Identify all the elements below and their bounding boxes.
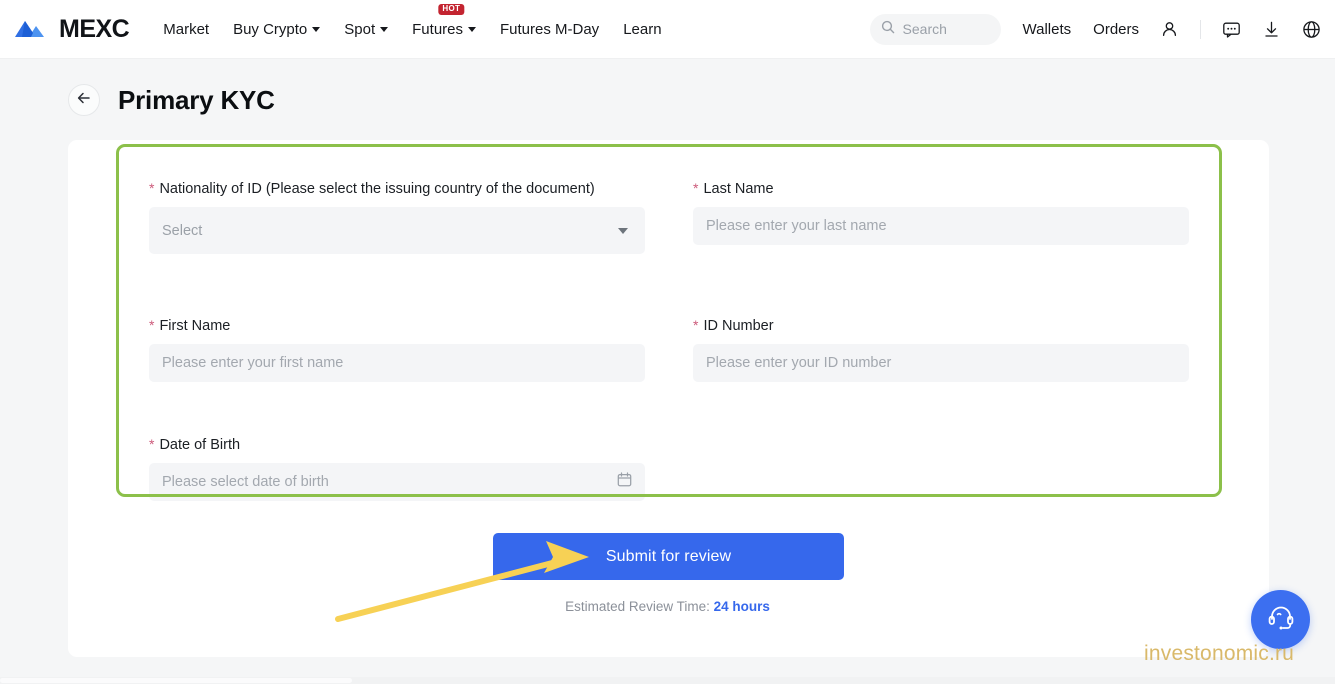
field-label-text: Date of Birth bbox=[159, 437, 241, 453]
form-row-1: * Nationality of ID (Please select the i… bbox=[149, 181, 1189, 254]
brand-name: MEXC bbox=[59, 14, 130, 43]
field-label: * Last Name bbox=[693, 181, 1189, 197]
field-label-text: First Name bbox=[159, 318, 231, 334]
search-input[interactable]: Search bbox=[869, 13, 1001, 45]
required-marker: * bbox=[693, 180, 699, 196]
field-first-name: * First Name Please enter your first nam… bbox=[149, 318, 645, 382]
search-placeholder: Search bbox=[902, 21, 947, 37]
page-header: Primary KYC bbox=[68, 84, 275, 116]
horizontal-scrollbar-thumb[interactable] bbox=[0, 678, 352, 683]
back-button[interactable] bbox=[68, 84, 100, 116]
field-label-text: Last Name bbox=[703, 181, 774, 197]
header-right-actions: Search Wallets Orders bbox=[869, 0, 1321, 59]
nav-item-spot[interactable]: Spot bbox=[332, 0, 400, 59]
field-last-name: * Last Name Please enter your last name bbox=[693, 181, 1189, 254]
search-icon bbox=[881, 20, 895, 39]
globe-icon[interactable] bbox=[1302, 20, 1321, 39]
header-divider bbox=[1200, 19, 1201, 39]
nav-item-buy-crypto[interactable]: Buy Crypto bbox=[221, 0, 332, 59]
required-marker: * bbox=[149, 317, 155, 333]
nav-item-label: Futures bbox=[412, 20, 463, 38]
date-of-birth-placeholder: Please select date of birth bbox=[162, 474, 329, 490]
arrow-left-icon bbox=[76, 90, 92, 111]
estimated-review-time-value: 24 hours bbox=[713, 599, 770, 614]
chat-icon[interactable] bbox=[1222, 20, 1241, 39]
brand-logo-link[interactable]: MEXC bbox=[14, 14, 130, 44]
field-label-text: Nationality of ID (Please select the iss… bbox=[159, 181, 595, 197]
field-date-of-birth: * Date of Birth Please select date of bi… bbox=[149, 437, 645, 501]
form-row-3: * Date of Birth Please select date of bi… bbox=[149, 437, 1189, 501]
nav-item-market[interactable]: Market bbox=[151, 0, 221, 59]
nav-item-label: Buy Crypto bbox=[233, 20, 308, 38]
hot-badge: HOT bbox=[438, 3, 465, 15]
chevron-down-icon bbox=[312, 26, 321, 32]
chevron-down-icon bbox=[468, 26, 476, 32]
estimated-review-time-prefix: Estimated Review Time: bbox=[565, 599, 714, 614]
form-row-2: * First Name Please enter your first nam… bbox=[149, 318, 1189, 382]
nav-item-learn[interactable]: Learn bbox=[611, 0, 673, 59]
nationality-select[interactable]: Select bbox=[149, 207, 645, 254]
wallets-link[interactable]: Wallets bbox=[1023, 21, 1072, 38]
headset-icon bbox=[1266, 602, 1296, 637]
first-name-placeholder: Please enter your first name bbox=[162, 355, 344, 371]
date-of-birth-input[interactable]: Please select date of birth bbox=[149, 463, 645, 501]
required-marker: * bbox=[693, 317, 699, 333]
field-spacer bbox=[693, 437, 1189, 501]
first-name-input[interactable]: Please enter your first name bbox=[149, 344, 645, 382]
field-label: * Nationality of ID (Please select the i… bbox=[149, 181, 645, 197]
calendar-icon[interactable] bbox=[617, 472, 632, 492]
nav-item-label: Market bbox=[163, 20, 210, 38]
download-icon[interactable] bbox=[1262, 20, 1281, 39]
estimated-review-time: Estimated Review Time: 24 hours bbox=[0, 599, 1335, 614]
nav-item-label: Futures M-Day bbox=[500, 20, 600, 38]
required-marker: * bbox=[149, 180, 155, 196]
submit-for-review-button[interactable]: Submit for review bbox=[493, 533, 844, 580]
last-name-placeholder: Please enter your last name bbox=[706, 218, 887, 234]
site-header: MEXC Market Buy Crypto Spot HOT Futures … bbox=[0, 0, 1335, 59]
nav-item-label: Learn bbox=[623, 20, 662, 38]
field-label: * ID Number bbox=[693, 318, 1189, 334]
watermark: investonomic.ru bbox=[1144, 642, 1295, 665]
field-label: * First Name bbox=[149, 318, 645, 334]
page-title: Primary KYC bbox=[118, 84, 275, 115]
support-chat-button[interactable] bbox=[1251, 590, 1310, 649]
nav-item-futures[interactable]: HOT Futures bbox=[400, 0, 488, 59]
nav-item-label: Spot bbox=[344, 20, 376, 38]
mexc-mountain-logo-icon bbox=[14, 18, 52, 40]
chevron-down-icon bbox=[618, 227, 628, 234]
row-spacer bbox=[149, 382, 1189, 437]
submit-button-label: Submit for review bbox=[605, 547, 732, 565]
nationality-select-value: Select bbox=[162, 222, 203, 239]
field-nationality: * Nationality of ID (Please select the i… bbox=[149, 181, 645, 254]
main-nav: Market Buy Crypto Spot HOT Futures Futur… bbox=[151, 0, 673, 59]
field-id-number: * ID Number Please enter your ID number bbox=[693, 318, 1189, 382]
orders-link[interactable]: Orders bbox=[1093, 21, 1139, 38]
field-label-text: ID Number bbox=[703, 318, 774, 334]
field-label: * Date of Birth bbox=[149, 437, 645, 453]
row-spacer bbox=[149, 254, 1189, 318]
kyc-form: * Nationality of ID (Please select the i… bbox=[149, 181, 1189, 501]
id-number-input[interactable]: Please enter your ID number bbox=[693, 344, 1189, 382]
chevron-down-icon bbox=[380, 26, 389, 32]
required-marker: * bbox=[149, 436, 155, 452]
nav-item-futures-m-day[interactable]: Futures M-Day bbox=[488, 0, 611, 59]
last-name-input[interactable]: Please enter your last name bbox=[693, 207, 1189, 245]
user-icon[interactable] bbox=[1160, 20, 1179, 39]
id-number-placeholder: Please enter your ID number bbox=[706, 355, 892, 371]
